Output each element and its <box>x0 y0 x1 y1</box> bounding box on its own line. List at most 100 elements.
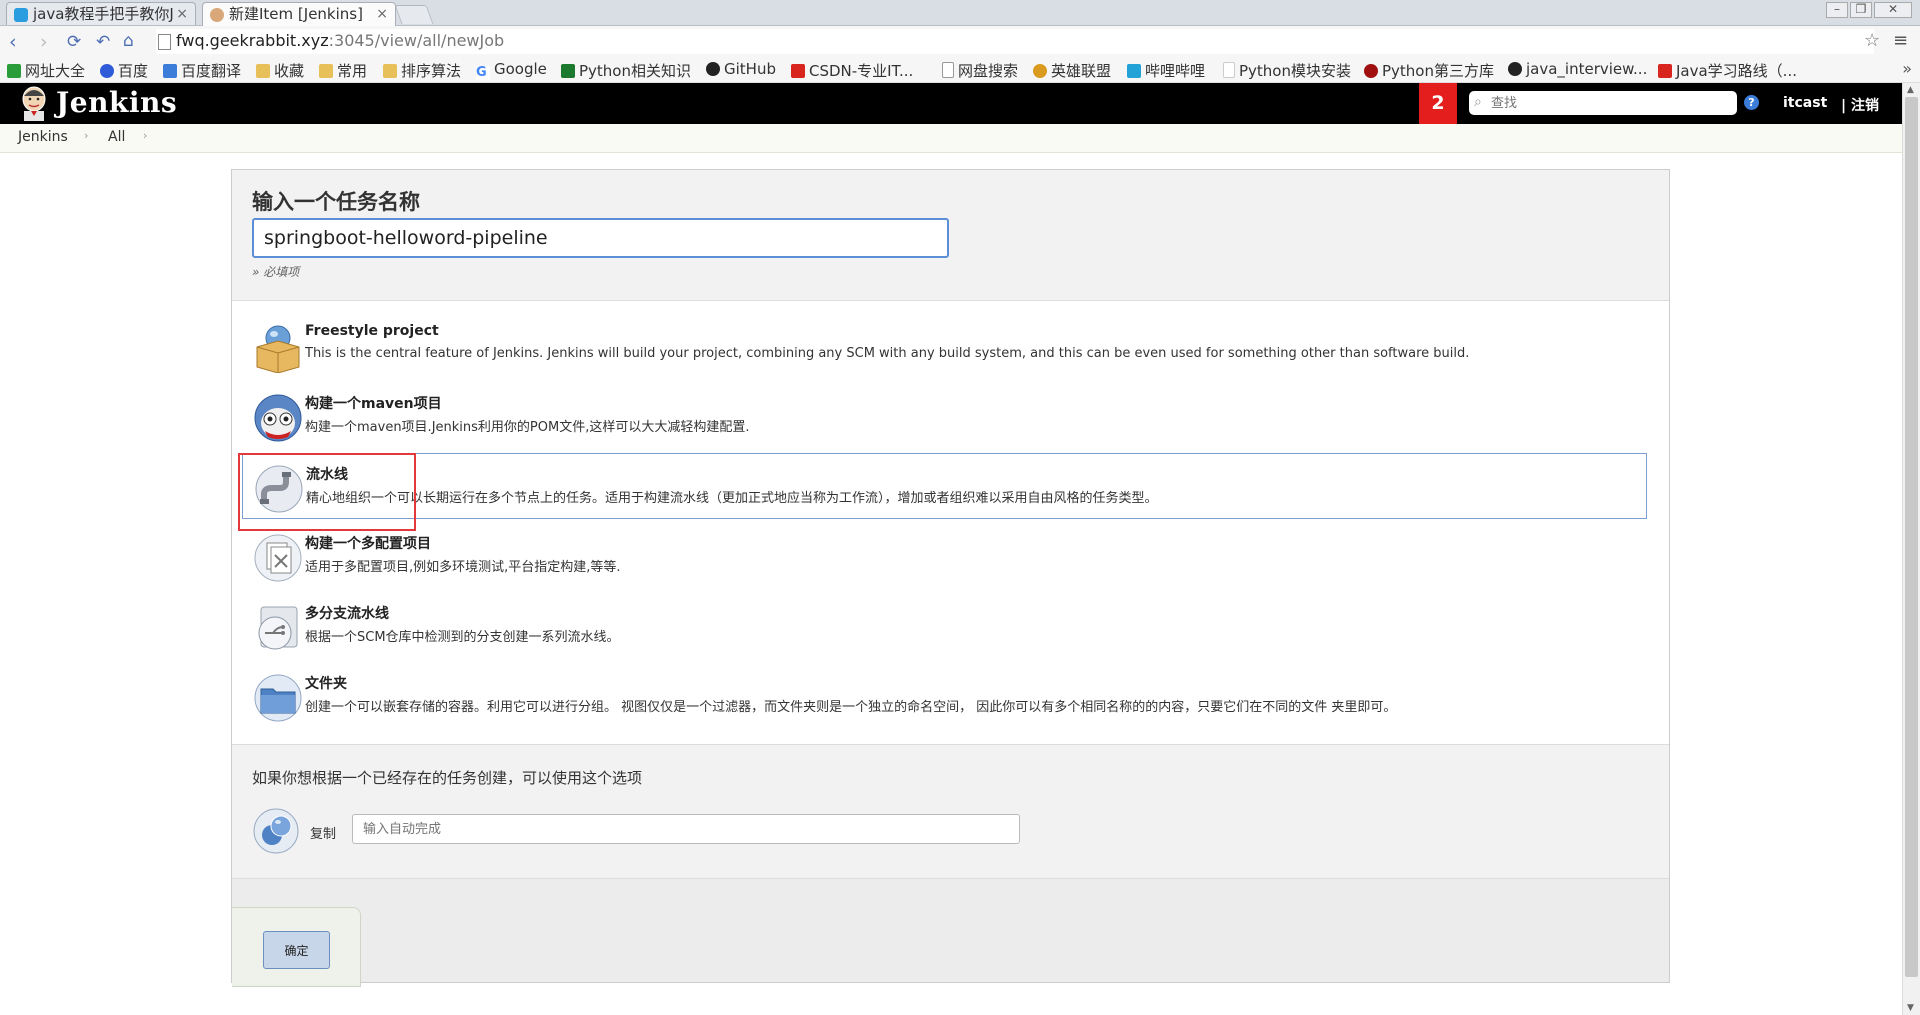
bookmark-item[interactable]: 网盘搜索 <box>942 60 1018 81</box>
close-window-icon[interactable]: ✕ <box>1874 2 1912 18</box>
scroll-down-icon[interactable]: ▼ <box>1907 1003 1914 1013</box>
bookmark-item[interactable]: 英雄联盟 <box>1033 60 1111 81</box>
breadcrumb-jenkins[interactable]: Jenkins <box>18 129 68 145</box>
bookmark-item[interactable]: Python相关知识 <box>561 60 691 81</box>
translate-icon <box>163 64 177 78</box>
submit-section: 确定 <box>232 879 1669 987</box>
multibranch-pipeline-icon <box>258 606 298 650</box>
paw-icon <box>100 64 114 78</box>
item-name-section: 输入一个任务名称 » 必填项 <box>232 170 1669 301</box>
browser-tab[interactable]: java教程手把手教你J × <box>6 2 196 25</box>
item-type-list: Freestyle project This is the central fe… <box>232 301 1669 745</box>
new-item-panel: 输入一个任务名称 » 必填项 Freestyle project This is… <box>231 169 1670 987</box>
item-type-pipeline[interactable]: 流水线 精心地组织一个可以长期运行在多个节点上的任务。适用于构建流水线（更加正式… <box>242 453 1647 519</box>
freestyle-box-icon <box>256 325 300 373</box>
bookmark-item[interactable]: 常用 <box>319 60 367 81</box>
bookmark-item[interactable]: 百度翻译 <box>163 60 241 81</box>
breadcrumb-separator-icon[interactable]: › <box>143 129 147 142</box>
notification-badge[interactable]: 2 <box>1419 83 1457 124</box>
bookmark-item[interactable]: G Google <box>476 60 547 80</box>
breadcrumb-separator-icon[interactable]: › <box>84 129 88 142</box>
bookmark-star-icon[interactable]: ☆ <box>1864 30 1880 51</box>
item-type-description: 构建一个maven项目.Jenkins利用你的POM文件,这样可以大大减轻构建配… <box>305 420 750 435</box>
help-icon[interactable]: ? <box>1744 95 1759 110</box>
bookmark-item[interactable]: Java学习路线（... <box>1658 60 1797 81</box>
bookmark-item[interactable]: GitHub <box>706 60 776 78</box>
copy-from-section: 如果你想根据一个已经存在的任务创建，可以使用这个选项 复制 <box>232 745 1669 879</box>
github-icon <box>706 62 720 76</box>
logout-link[interactable]: | 注销 <box>1841 95 1879 115</box>
bookmarks-overflow-icon[interactable]: » <box>1902 59 1912 78</box>
bookmark-item[interactable]: 收藏 <box>256 60 304 81</box>
reload-icon[interactable]: ⟳ <box>67 32 81 52</box>
bookmarks-bar: 网址大全 百度 百度翻译 收藏 常用 排序算法 G Google Python相关… <box>0 58 1920 83</box>
home-icon[interactable]: ⌂ <box>123 31 134 51</box>
item-type-freestyle[interactable]: Freestyle project This is the central fe… <box>242 313 1647 379</box>
folder-icon <box>256 64 270 78</box>
address-bar[interactable]: fwq.geekrabbit.xyz:3045/view/all/newJob <box>156 29 1874 54</box>
page-icon <box>1223 62 1235 78</box>
page-icon <box>158 34 171 50</box>
item-type-multibranch-pipeline[interactable]: 多分支流水线 根据一个SCM仓库中检测到的分支创建一系列流水线。 <box>242 593 1647 659</box>
ok-button-container: 确定 <box>232 907 361 987</box>
csdn-icon <box>1658 64 1672 78</box>
bookmark-item[interactable]: CSDN-专业IT... <box>791 60 913 81</box>
maven-owl-icon <box>254 394 302 442</box>
jenkins-favicon-icon <box>210 8 224 22</box>
python-icon <box>1364 64 1378 78</box>
back-icon[interactable]: ‹ <box>9 31 17 53</box>
user-link[interactable]: itcast <box>1783 95 1827 111</box>
jenkins-logo-text[interactable]: Jenkins <box>56 86 177 119</box>
item-type-folder[interactable]: 文件夹 创建一个可以嵌套存储的容器。利用它可以进行分组。 视图仅仅是一个过滤器，… <box>242 663 1647 729</box>
bilibili-icon <box>1127 64 1141 78</box>
browser-tab-active[interactable]: 新建Item [Jenkins] × <box>202 2 396 26</box>
tab-title: java教程手把手教你J <box>33 5 174 23</box>
csdn-icon <box>791 64 805 78</box>
tab-favicon-icon <box>14 8 28 22</box>
bookmark-item[interactable]: 网址大全 <box>7 60 85 81</box>
jenkins-butler-icon[interactable] <box>18 86 50 121</box>
bookmark-item[interactable]: 百度 <box>100 60 148 81</box>
multi-config-icon <box>254 534 302 582</box>
item-type-description: This is the central feature of Jenkins. … <box>305 346 1470 361</box>
highlight-box <box>238 453 416 531</box>
menu-icon[interactable]: ≡ <box>1893 30 1908 51</box>
bookmark-item[interactable]: Python模块安装 <box>1223 60 1351 81</box>
restore-icon[interactable]: ❐ <box>1850 2 1872 18</box>
fc-icon <box>561 64 575 78</box>
browser-tab-bar: java教程手把手教你J × 新建Item [Jenkins] × – ❐ ✕ <box>0 0 1920 26</box>
browser-toolbar: ‹ › ⟳ ↶ ⌂ fwq.geekrabbit.xyz:3045/view/a… <box>0 26 1920 58</box>
page-title: 输入一个任务名称 <box>252 190 420 214</box>
copy-from-input[interactable] <box>352 814 1020 844</box>
url-text[interactable]: fwq.geekrabbit.xyz:3045/view/all/newJob <box>176 31 504 50</box>
tab-close-icon[interactable]: × <box>176 3 188 25</box>
vertical-scrollbar[interactable]: ▲ ▼ <box>1902 83 1920 1015</box>
item-type-description: 适用于多配置项目,例如多环境测试,平台指定构建,等等. <box>305 560 621 575</box>
forward-icon[interactable]: › <box>40 31 48 53</box>
item-type-maven[interactable]: 构建一个maven项目 构建一个maven项目.Jenkins利用你的POM文件… <box>242 383 1647 449</box>
search-box[interactable]: ⌕ <box>1469 91 1737 115</box>
folder-icon <box>383 64 397 78</box>
scroll-up-icon[interactable]: ▲ <box>1907 85 1914 95</box>
breadcrumb-all[interactable]: All <box>108 129 125 145</box>
bookmark-item[interactable]: 哔哩哔哩 <box>1127 60 1205 81</box>
search-input[interactable] <box>1489 93 1733 113</box>
copy-section-title: 如果你想根据一个已经存在的任务创建，可以使用这个选项 <box>252 769 643 787</box>
undo-icon[interactable]: ↶ <box>96 32 110 52</box>
google-icon: G <box>476 66 490 80</box>
minimize-icon[interactable]: – <box>1826 2 1848 18</box>
github-icon <box>1508 62 1522 76</box>
required-note: » 必填项 <box>252 265 300 279</box>
new-tab-button[interactable] <box>394 5 434 24</box>
bookmark-item[interactable]: java_interview... <box>1508 60 1647 78</box>
tab-close-icon[interactable]: × <box>376 3 388 26</box>
grid-icon <box>7 64 21 78</box>
ok-button[interactable]: 确定 <box>263 931 330 969</box>
scrollbar-thumb[interactable] <box>1905 97 1918 977</box>
item-type-name: 构建一个多配置项目 <box>305 536 431 552</box>
item-type-name: 构建一个maven项目 <box>305 396 442 412</box>
item-name-input[interactable] <box>252 218 949 258</box>
bookmark-item[interactable]: Python第三方库 <box>1364 60 1494 81</box>
bookmark-item[interactable]: 排序算法 <box>383 60 461 81</box>
item-type-multi-config[interactable]: 构建一个多配置项目 适用于多配置项目,例如多环境测试,平台指定构建,等等. <box>242 523 1647 589</box>
